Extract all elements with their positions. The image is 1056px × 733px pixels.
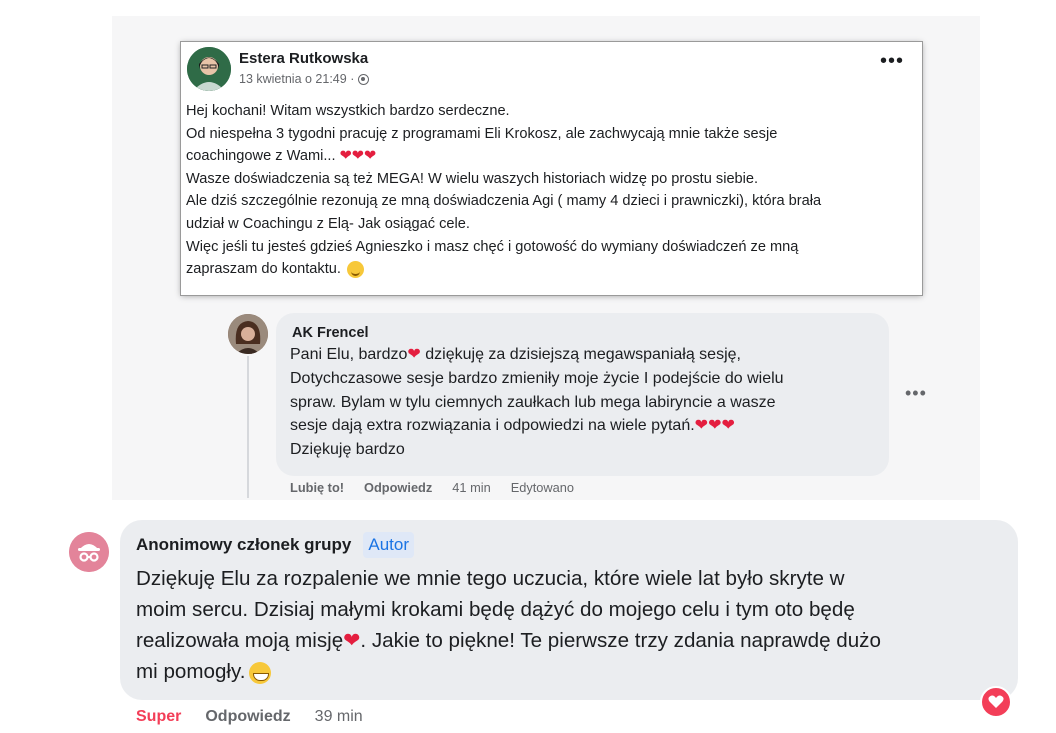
reply-actions: Lubię to! Odpowiedz 41 min Edytowano [290, 480, 574, 495]
author-badge: Autor [363, 532, 414, 558]
heart-reaction-icon[interactable] [980, 686, 1012, 718]
post-meta: 13 kwietnia o 21:49 · [239, 72, 370, 86]
post-line: zapraszam do kontaktu. [186, 258, 916, 281]
post-line: Więc jeśli tu jesteś gdzieś Agnieszko i … [186, 238, 799, 255]
heart-emoji: ❤ [407, 346, 421, 363]
reply-text: Pani Elu, bardzo❤ dziękuję za dzisiejszą… [290, 343, 880, 462]
post-line: Od niespełna 3 tygodni pracuję z program… [186, 125, 778, 142]
post-line: udział w Coachingu z Elą- Jak osiągać ce… [186, 215, 470, 232]
comment-line: Dziękuję Elu za rozpalenie we mnie tego … [136, 567, 845, 590]
reply-line: sesje dają extra rozwiązania i odpowiedz… [290, 417, 735, 435]
reply-line: spraw. Bylam w tylu ciemnych zaułkach lu… [290, 393, 776, 411]
hearts-emoji: ❤❤❤ [339, 148, 377, 165]
post-text: Hej kochani! Witam wszystkich bardzo ser… [186, 100, 916, 281]
comment-author-name[interactable]: Anonimowy członek grupy [136, 535, 351, 555]
comment-text: Dziękuję Elu za rozpalenie we mnie tego … [136, 563, 1011, 687]
reply-button[interactable]: Odpowiedz [205, 708, 290, 726]
comment-header: Anonimowy członek grupy Autor [136, 532, 414, 558]
reply-author-name[interactable]: AK Frencel [292, 325, 369, 341]
reply-line: Dziękuję bardzo [290, 441, 405, 459]
reply-line: Dotychczasowe sesje bardzo zmieniły moje… [290, 369, 784, 387]
reply-button[interactable]: Odpowiedz [364, 480, 432, 495]
comment-actions: Super Odpowiedz 39 min [136, 708, 363, 726]
post-line: Wasze doświadczenia są też MEGA! W wielu… [186, 170, 759, 187]
heart-emoji: ❤ [343, 629, 361, 652]
person-photo-icon [187, 47, 231, 91]
anonymous-member-icon [69, 532, 109, 572]
comment-line: realizowała moją misję❤. Jakie to piękne… [136, 629, 881, 652]
person-photo-icon [228, 314, 268, 354]
globe-icon [358, 73, 370, 85]
post-card: Estera Rutkowska 13 kwietnia o 21:49 · •… [181, 42, 922, 295]
comment-bubble: Anonimowy członek grupy Autor Dziękuję E… [120, 520, 1018, 700]
reply-bubble: AK Frencel Pani Elu, bardzo❤ dziękuję za… [276, 313, 889, 476]
post-author-name[interactable]: Estera Rutkowska [239, 50, 368, 67]
post-line: coachingowe z Wami... ❤❤❤ [186, 148, 377, 165]
post-line: Ale dziś szczególnie rezonują ze mną doś… [186, 193, 822, 210]
comment-timestamp[interactable]: 39 min [315, 708, 363, 726]
comment-line: mi pomogły. [136, 656, 1011, 687]
reply-line: Pani Elu, bardzo❤ dziękuję za dzisiejszą… [290, 346, 741, 363]
post-author-avatar[interactable] [187, 47, 231, 91]
hearts-emoji: ❤❤❤ [694, 417, 735, 435]
comment-line: moim sercu. Dzisiaj małymi krokami będę … [136, 598, 855, 621]
super-reaction-button[interactable]: Super [136, 708, 181, 726]
reply-more-options-button[interactable]: ••• [905, 383, 927, 404]
smile-emoji-icon [347, 260, 364, 278]
post-line: Hej kochani! Witam wszystkich bardzo ser… [186, 103, 510, 119]
edited-label: Edytowano [510, 480, 575, 495]
reply-timestamp[interactable]: 41 min [452, 480, 490, 495]
like-button[interactable]: Lubię to! [290, 480, 344, 495]
thread-line [247, 356, 249, 498]
anonymous-avatar[interactable] [69, 532, 109, 572]
reply-author-avatar[interactable] [228, 314, 268, 354]
grin-emoji-icon [249, 661, 272, 684]
post-timestamp[interactable]: 13 kwietnia o 21:49 · [239, 72, 354, 86]
post-more-options-button[interactable]: ••• [880, 51, 904, 71]
